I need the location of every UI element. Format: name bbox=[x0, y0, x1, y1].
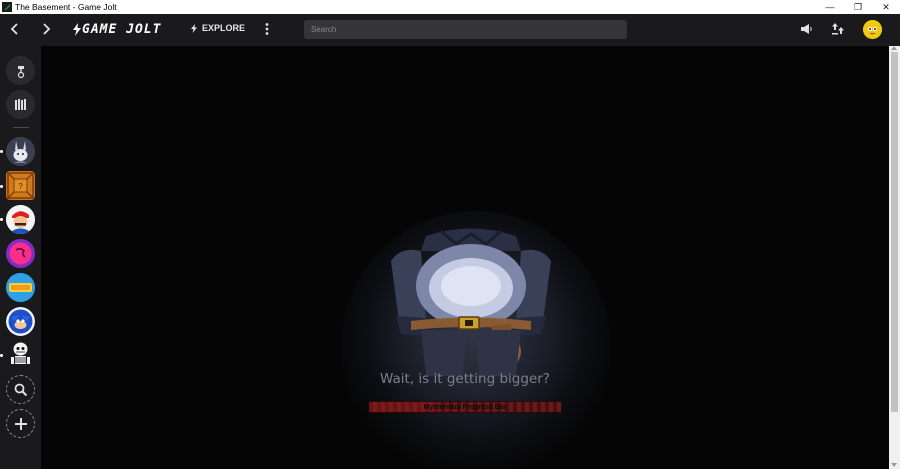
fnf-icon bbox=[6, 239, 35, 268]
scroll-thumb[interactable] bbox=[891, 52, 898, 412]
scroll-down-arrow-icon[interactable] bbox=[891, 463, 897, 467]
app-logo-icon bbox=[2, 2, 12, 12]
community-memes[interactable] bbox=[6, 273, 35, 302]
mysterious-character-image bbox=[391, 228, 551, 376]
community-mario[interactable] bbox=[6, 205, 35, 234]
add-community-button[interactable] bbox=[6, 409, 35, 438]
unread-indicator bbox=[0, 218, 3, 221]
community-sonic[interactable] bbox=[6, 307, 35, 336]
bunny-character-icon bbox=[6, 137, 35, 166]
library-button[interactable] bbox=[6, 90, 35, 119]
sidebar-separator bbox=[13, 127, 29, 128]
explore-link[interactable]: EXPLORE bbox=[190, 23, 245, 33]
user-menu-button[interactable] bbox=[6, 56, 35, 85]
community-bunny[interactable] bbox=[6, 137, 35, 166]
back-arrow-icon[interactable] bbox=[8, 22, 22, 36]
logo-text: GAME JOLT bbox=[82, 21, 162, 37]
search-communities-button[interactable] bbox=[6, 375, 35, 404]
mario-icon bbox=[6, 205, 35, 234]
bolt-logo-icon bbox=[73, 22, 81, 36]
main-content: Wait, is it getting bigger? Mysterious P… bbox=[41, 46, 889, 469]
scroll-up-arrow-icon[interactable] bbox=[891, 46, 897, 50]
memes-icon bbox=[6, 273, 35, 302]
user-menu-icon bbox=[17, 65, 24, 78]
sonic-icon bbox=[6, 307, 35, 336]
progress-label: Mysterious Progress Bar bbox=[423, 403, 507, 411]
avatar-face-icon bbox=[863, 20, 882, 39]
plus-icon bbox=[14, 417, 27, 430]
announcement-icon[interactable] bbox=[799, 22, 813, 36]
game-jolt-logo[interactable]: GAME JOLT bbox=[72, 21, 162, 37]
crate-icon: ? bbox=[7, 172, 34, 199]
maximize-button[interactable]: ❐ bbox=[844, 0, 872, 14]
more-vertical-icon[interactable] bbox=[262, 22, 272, 36]
window-title: The Basement - Game Jolt bbox=[15, 2, 117, 12]
svg-text:?: ? bbox=[18, 182, 23, 191]
minimize-button[interactable]: — bbox=[816, 0, 844, 14]
mystery-caption: Wait, is it getting bigger? bbox=[380, 371, 550, 387]
window-title-bar: The Basement - Game Jolt — ❐ ✕ bbox=[0, 0, 900, 14]
community-crate[interactable]: ? bbox=[6, 171, 35, 200]
unread-indicator bbox=[0, 185, 3, 188]
search-input[interactable] bbox=[304, 20, 627, 39]
top-navigation: GAME JOLT EXPLORE bbox=[0, 14, 900, 46]
mysterious-progress-bar: Mysterious Progress Bar bbox=[369, 401, 561, 413]
unread-indicator bbox=[0, 354, 3, 357]
page-scrollbar[interactable] bbox=[889, 46, 900, 469]
explore-bolt-icon bbox=[191, 23, 197, 33]
sidebar: ? bbox=[0, 46, 41, 469]
community-fnf[interactable] bbox=[6, 239, 35, 268]
unread-indicator bbox=[0, 150, 3, 153]
activity-icon[interactable] bbox=[831, 22, 845, 36]
user-avatar[interactable] bbox=[863, 20, 882, 39]
forward-arrow-icon[interactable] bbox=[39, 22, 53, 36]
library-icon bbox=[14, 98, 26, 110]
close-button[interactable]: ✕ bbox=[872, 0, 900, 14]
community-sans[interactable] bbox=[6, 340, 35, 369]
explore-label: EXPLORE bbox=[202, 23, 246, 33]
window-controls: — ❐ ✕ bbox=[816, 0, 900, 14]
search-icon bbox=[14, 383, 27, 396]
skeleton-icon bbox=[6, 340, 35, 369]
